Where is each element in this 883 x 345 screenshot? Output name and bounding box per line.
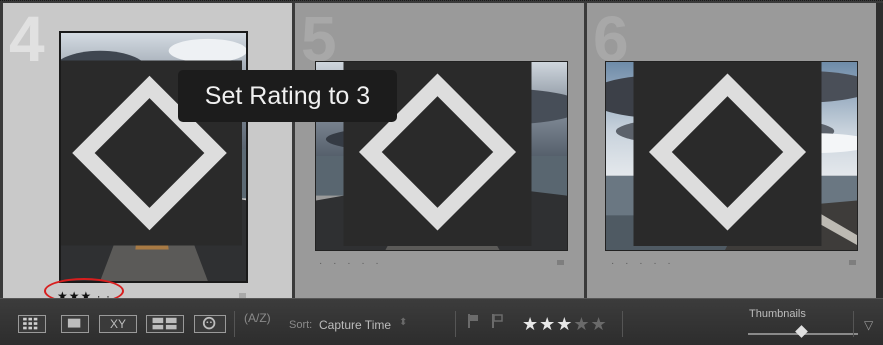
loupe-view-button[interactable] [61, 315, 89, 333]
grid-view-button[interactable] [18, 315, 46, 333]
slider-handle[interactable] [795, 325, 808, 338]
grid-cell-4[interactable]: 4 ★★★ · · [3, 3, 292, 303]
star-rating-control[interactable]: ★★★★★ [522, 314, 608, 335]
photo-thumbnail[interactable] [605, 61, 858, 251]
star-rating[interactable]: · · · · · [319, 258, 383, 269]
flag-icon [492, 314, 503, 328]
grid-icon [23, 317, 38, 330]
toolbar-divider [234, 311, 235, 337]
grid-cell-5[interactable]: 5 · · · · · [295, 3, 584, 299]
compare-view-button[interactable]: XY [99, 315, 137, 333]
survey-view-button[interactable] [146, 315, 184, 333]
grid-scrollbar[interactable] [876, 3, 883, 299]
metadata-marker-icon [849, 260, 856, 265]
chevron-updown-icon[interactable]: ⬍ [399, 317, 407, 328]
rating-stars-empty[interactable]: ★★ [573, 314, 607, 334]
reject-flag-button[interactable] [490, 313, 504, 334]
flag-icon [468, 314, 478, 328]
cell-index-number: 4 [9, 3, 45, 75]
toolbar-divider [455, 311, 456, 337]
loupe-icon [67, 318, 81, 328]
people-view-button[interactable] [194, 315, 226, 333]
toolbar-divider [622, 311, 623, 337]
filmstrip-grid: 4 ★★★ · · 5 · · · · · 6 · · · · · [0, 0, 883, 303]
toolbar-divider [853, 311, 854, 337]
sort-label: Sort: [289, 319, 313, 331]
edited-badge-icon [61, 60, 242, 246]
thumbnails-label: Thumbnails [749, 308, 806, 320]
rating-tooltip: Set Rating to 3 [178, 70, 397, 122]
star-rating[interactable]: · · · · · [611, 258, 675, 269]
edited-badge-icon [633, 62, 822, 246]
library-toolbar: XY (A/Z) Sort: Capture Time ⬍ ★★★★★ Thum… [0, 298, 883, 345]
sort-order-select[interactable]: Capture Time [319, 318, 391, 332]
pick-flag-button[interactable] [466, 313, 480, 334]
survey-icon [152, 317, 177, 330]
sort-direction-icon[interactable]: (A/Z) [244, 311, 271, 325]
toolbar-menu-dropdown[interactable]: ▽ [864, 318, 873, 332]
rating-stars-filled[interactable]: ★★★ [522, 314, 573, 334]
people-icon [202, 316, 216, 330]
metadata-marker-icon [557, 260, 564, 265]
photo-thumbnail[interactable] [59, 31, 248, 283]
grid-cell-6[interactable]: 6 · · · · · [587, 3, 876, 299]
